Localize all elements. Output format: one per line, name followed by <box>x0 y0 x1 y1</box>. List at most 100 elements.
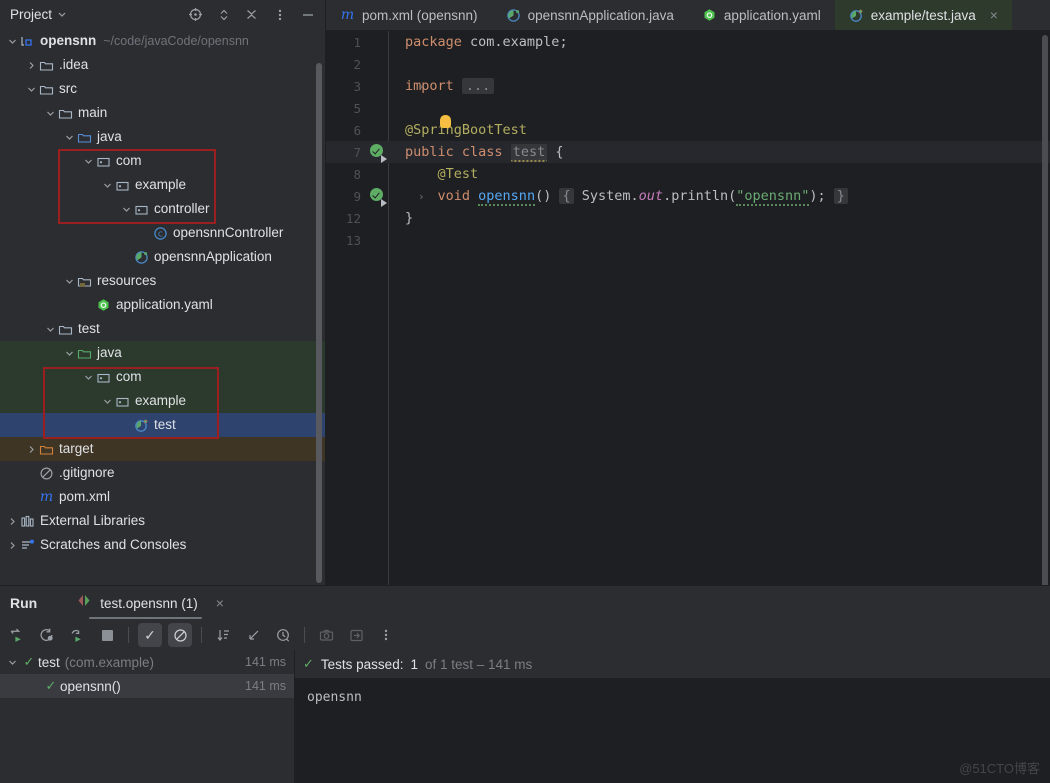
tree-item-java[interactable]: java <box>0 341 325 365</box>
tree-item-com[interactable]: com <box>0 149 325 173</box>
expand-collapse-icon[interactable] <box>216 7 231 22</box>
stop-button[interactable] <box>95 623 119 647</box>
more-options-button[interactable] <box>374 623 398 647</box>
project-panel-header: Project <box>0 0 325 29</box>
close-icon[interactable]: × <box>990 8 998 22</box>
test-history-button[interactable] <box>271 623 295 647</box>
project-title-dropdown[interactable]: Project <box>10 6 67 24</box>
tree-item-external-libraries[interactable]: External Libraries <box>0 509 325 533</box>
sort-by-duration-button[interactable] <box>211 623 235 647</box>
import-fold-placeholder[interactable]: ... <box>461 78 495 94</box>
editor-tab-application-yaml[interactable]: application.yaml <box>688 0 835 30</box>
more-options-icon[interactable] <box>272 7 287 22</box>
chevron-down-icon[interactable] <box>63 341 76 365</box>
code-text: .println( <box>663 188 737 204</box>
chevron-down-icon[interactable] <box>44 101 57 125</box>
editor-tab-pom-xml-opensnn-[interactable]: m pom.xml (opensnn) <box>326 0 492 30</box>
code-fold-arrow-icon[interactable]: › <box>418 190 425 203</box>
code-line[interactable]: 5 <box>326 97 1050 119</box>
chevron-right-icon[interactable] <box>6 533 19 557</box>
method-body-fold-open[interactable]: { <box>559 188 574 204</box>
chevron-right-icon[interactable] <box>6 509 19 533</box>
import-tests-button[interactable] <box>344 623 368 647</box>
console-output[interactable]: opensnn <box>295 678 1050 705</box>
run-configuration-tab[interactable]: test.opensnn (1) × <box>77 586 224 620</box>
chevron-right-icon[interactable] <box>25 53 38 77</box>
tree-item-opensnncontroller[interactable]: CopensnnController <box>0 221 325 245</box>
rerun-button[interactable] <box>5 623 29 647</box>
close-icon[interactable]: × <box>216 595 224 611</box>
code-fold-arrow-icon[interactable]: › <box>418 80 425 93</box>
toggle-auto-test-button[interactable] <box>65 623 89 647</box>
tree-item-test[interactable]: test <box>0 317 325 341</box>
tree-item--idea[interactable]: .idea <box>0 53 325 77</box>
code-line[interactable]: 12} <box>326 207 1050 229</box>
show-ignored-button[interactable] <box>168 623 192 647</box>
tree-item-resources[interactable]: resources <box>0 269 325 293</box>
code-line[interactable]: 2 <box>326 53 1050 75</box>
code-line[interactable]: 8 @Test <box>326 163 1050 185</box>
chevron-down-icon[interactable] <box>120 197 133 221</box>
folder-icon <box>57 317 74 341</box>
chevron-down-icon[interactable] <box>101 173 114 197</box>
tree-item-opensnn[interactable]: opensnn ~/code/javaCode/opensnn <box>0 29 325 53</box>
chevron-down-icon[interactable] <box>101 389 114 413</box>
chevron-down-icon[interactable] <box>82 149 95 173</box>
editor-tab-example-test-java[interactable]: example/test.java × <box>834 0 1012 30</box>
test-status-bar: ✓ Tests passed: 1 of 1 test – 141 ms <box>295 650 1050 678</box>
chevron-down-icon[interactable] <box>63 269 76 293</box>
tree-item-label: .gitignore <box>59 465 115 480</box>
tree-item-scratches-and-consoles[interactable]: Scratches and Consoles <box>0 533 325 557</box>
intention-bulb-icon[interactable] <box>440 115 451 128</box>
rerun-failed-tests-button[interactable] <box>35 623 59 647</box>
tree-item-main[interactable]: main <box>0 101 325 125</box>
code-line[interactable]: 6 @SpringBootTest <box>326 115 1050 141</box>
method-body-fold-close[interactable]: } <box>833 188 848 204</box>
collapse-all-icon[interactable] <box>244 7 259 22</box>
chevron-down-icon[interactable] <box>4 658 20 667</box>
tree-item-label: com <box>116 369 142 384</box>
tree-item--gitignore[interactable]: .gitignore <box>0 461 325 485</box>
test-results-tree[interactable]: ✓ test (com.example) 141 ms ✓ opensnn() 141 ms <box>0 650 295 783</box>
editor-tab-opensnnapplication-java[interactable]: opensnnApplication.java <box>492 0 688 30</box>
hide-panel-icon[interactable] <box>300 7 315 22</box>
chevron-down-icon[interactable] <box>25 77 38 101</box>
project-tree-scrollbar[interactable] <box>316 63 322 583</box>
tree-item-test[interactable]: test <box>0 413 325 437</box>
show-passed-button[interactable]: ✓ <box>138 623 162 647</box>
code-line[interactable]: 3 › import ... <box>326 75 1050 97</box>
tree-item-pom-xml[interactable]: m pom.xml <box>0 485 325 509</box>
expand-collapse-button[interactable] <box>241 623 265 647</box>
code-keyword: import <box>405 78 454 94</box>
locate-icon[interactable] <box>188 7 203 22</box>
editor-scrollbar[interactable] <box>1042 35 1048 585</box>
chevron-down-icon[interactable] <box>82 365 95 389</box>
folder-resources-icon <box>76 269 93 293</box>
tree-item-opensnnapplication[interactable]: opensnnApplication <box>0 245 325 269</box>
tree-item-controller[interactable]: controller <box>0 197 325 221</box>
tree-item-src[interactable]: src <box>0 77 325 101</box>
chevron-down-icon[interactable] <box>63 125 76 149</box>
tree-item-com[interactable]: com <box>0 365 325 389</box>
tree-item-java[interactable]: java <box>0 125 325 149</box>
code-line[interactable]: 9 › void opensnn() { System.out.println("… <box>326 185 1050 207</box>
tree-item-example[interactable]: example <box>0 173 325 197</box>
chevron-right-icon[interactable] <box>25 437 38 461</box>
package-icon <box>133 197 150 221</box>
chevron-down-icon[interactable] <box>44 317 57 341</box>
code-line[interactable]: 7 public class test { <box>326 141 1050 163</box>
tree-item-example[interactable]: example <box>0 389 325 413</box>
test-result-row[interactable]: ✓ test (com.example) 141 ms <box>0 650 294 674</box>
project-tree[interactable]: opensnn ~/code/javaCode/opensnn .idea src ma… <box>0 29 325 585</box>
test-result-row[interactable]: ✓ opensnn() 141 ms <box>0 674 294 698</box>
run-arrow-badge <box>381 198 387 207</box>
chevron-down-icon[interactable] <box>6 29 19 53</box>
test-name: opensnn() <box>60 678 121 694</box>
code-content: @Test <box>396 166 479 182</box>
tree-item-target[interactable]: target <box>0 437 325 461</box>
code-line[interactable]: 1 package com.example; <box>326 31 1050 53</box>
code-line[interactable]: 13 <box>326 229 1050 251</box>
export-snapshot-button[interactable] <box>314 623 338 647</box>
code-editor[interactable]: 1 package com.example; 2 3 › import ... 5 6 @Spr… <box>326 31 1050 585</box>
tree-item-application-yaml[interactable]: application.yaml <box>0 293 325 317</box>
